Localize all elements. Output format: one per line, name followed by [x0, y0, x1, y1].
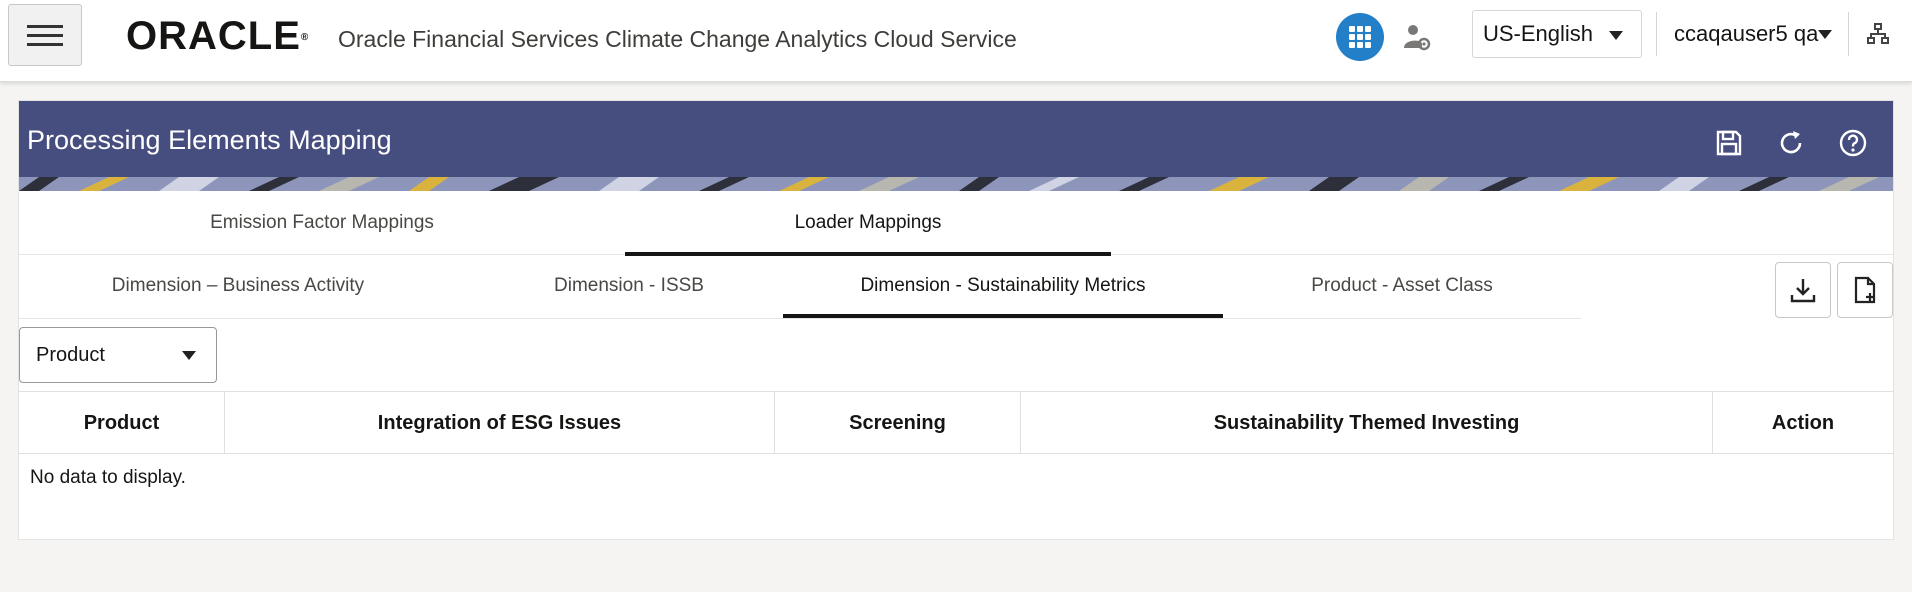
product-filter-select[interactable]: Product [19, 327, 217, 383]
save-icon [1716, 130, 1742, 156]
app-title: Oracle Financial Services Climate Change… [338, 26, 1017, 52]
chevron-down-icon [1609, 31, 1623, 40]
tab-label: Dimension - Sustainability Metrics [860, 275, 1146, 296]
tab-loader-mappings[interactable]: Loader Mappings [625, 191, 1111, 256]
save-button[interactable] [1707, 121, 1751, 165]
tab-label: Dimension – Business Activity [111, 275, 365, 296]
header-divider [1848, 12, 1849, 56]
tab-dimension-sustainability-metrics[interactable]: Dimension - Sustainability Metrics [783, 255, 1223, 318]
hamburger-icon-bar [27, 33, 63, 37]
user-gear-icon[interactable] [1402, 22, 1432, 52]
download-icon [1790, 279, 1816, 303]
empty-table-message: No data to display. [30, 467, 186, 488]
top-bar: ORACLE® Oracle Financial Services Climat… [0, 0, 1912, 82]
tab-label: Product - Asset Class [1311, 275, 1493, 296]
tab-label: Loader Mappings [794, 212, 942, 233]
primary-tab-bar: Emission Factor Mappings Loader Mappings [19, 191, 1893, 256]
oracle-logo: ORACLE® [126, 16, 309, 56]
column-header-integration-esg[interactable]: Integration of ESG Issues [225, 392, 775, 454]
user-menu[interactable]: ccaqauser5 qa [1660, 10, 1840, 58]
user-name: ccaqauser5 qa [1674, 21, 1819, 46]
hamburger-icon [27, 24, 63, 28]
sitemap-icon[interactable] [1866, 22, 1890, 46]
new-file-button[interactable] [1837, 262, 1893, 318]
secondary-tab-bar: Dimension – Business Activity Dimension … [19, 255, 1581, 319]
table-header: Product Integration of ESG Issues Screen… [19, 391, 1893, 454]
file-plus-icon [1854, 276, 1876, 304]
registered-mark: ® [300, 32, 310, 43]
tab-label: Emission Factor Mappings [210, 212, 434, 233]
tab-dimension-issb[interactable]: Dimension - ISSB [457, 255, 801, 317]
column-header-product[interactable]: Product [19, 392, 225, 454]
grid-icon [1349, 26, 1371, 48]
help-button[interactable] [1831, 121, 1875, 165]
product-filter-value: Product [36, 343, 105, 366]
hamburger-menu-button[interactable] [8, 4, 82, 66]
column-header-sustainability-themed[interactable]: Sustainability Themed Investing [1021, 392, 1713, 454]
panel-header: Processing Elements Mapping [19, 101, 1893, 191]
language-select[interactable]: US-English [1472, 10, 1642, 58]
apps-button[interactable] [1336, 13, 1384, 61]
hamburger-icon-bar [27, 42, 63, 46]
column-header-action[interactable]: Action [1713, 392, 1893, 454]
tab-product-asset-class[interactable]: Product - Asset Class [1223, 255, 1581, 317]
language-value: US-English [1483, 21, 1594, 46]
oracle-logo-text: ORACLE [126, 14, 301, 58]
decorative-banner [19, 177, 1893, 191]
processing-elements-panel: Processing Elements Mapping Emission Fac… [18, 100, 1894, 540]
tab-label: Dimension - ISSB [554, 275, 704, 296]
page-title: Processing Elements Mapping [27, 125, 392, 155]
tab-emission-factor-mappings[interactable]: Emission Factor Mappings [19, 191, 625, 255]
chevron-down-icon [182, 351, 196, 360]
header-divider [1656, 12, 1657, 56]
banner-pattern [19, 177, 1893, 191]
chevron-down-icon [1818, 30, 1832, 39]
help-icon [1839, 129, 1867, 157]
refresh-icon [1780, 131, 1802, 154]
column-header-screening[interactable]: Screening [775, 392, 1021, 454]
download-button[interactable] [1775, 262, 1831, 318]
tab-dimension-business-activity[interactable]: Dimension – Business Activity [19, 255, 457, 317]
refresh-button[interactable] [1769, 121, 1813, 165]
